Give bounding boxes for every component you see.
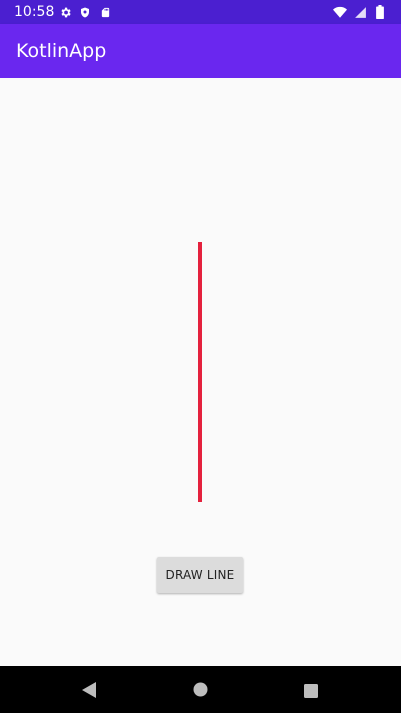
battery-icon xyxy=(373,5,387,19)
screen: 10:58 KotlinApp DRAW LINE xyxy=(0,0,401,713)
wifi-icon xyxy=(333,5,347,19)
sd-card-icon xyxy=(98,5,112,19)
status-icons-left xyxy=(58,4,112,20)
content-area: DRAW LINE xyxy=(0,78,401,666)
shield-icon xyxy=(78,5,92,19)
draw-line-button[interactable]: DRAW LINE xyxy=(157,557,243,593)
back-icon[interactable] xyxy=(82,682,96,702)
status-bar: 10:58 xyxy=(0,0,401,24)
app-title: KotlinApp xyxy=(16,40,107,62)
status-time: 10:58 xyxy=(14,4,55,20)
cellular-signal-icon xyxy=(353,5,367,19)
home-icon[interactable] xyxy=(193,682,208,701)
status-icons-right xyxy=(333,4,387,20)
recents-icon[interactable] xyxy=(304,683,318,702)
settings-gear-icon xyxy=(58,5,72,19)
app-bar: KotlinApp xyxy=(0,24,401,78)
navigation-bar xyxy=(0,666,401,713)
